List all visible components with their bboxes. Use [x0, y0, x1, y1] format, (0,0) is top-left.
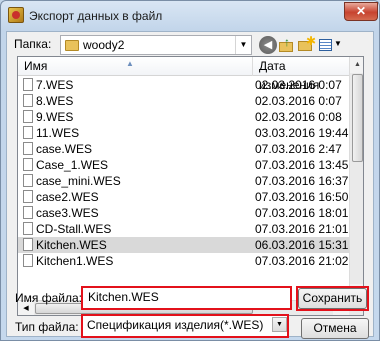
file-icon — [23, 190, 33, 203]
file-icon — [23, 158, 33, 171]
folder-icon — [65, 40, 79, 51]
file-icon — [23, 206, 33, 219]
file-date: 07.03.2016 18:01 — [255, 206, 349, 220]
file-icon — [23, 174, 33, 187]
sort-ascending-icon: ▲ — [126, 59, 134, 68]
back-button[interactable]: ◀ — [259, 36, 277, 54]
file-name: 8.WES — [36, 94, 74, 108]
file-icon — [23, 142, 33, 155]
file-icon — [23, 238, 33, 251]
file-name: case2.WES — [36, 190, 99, 204]
filetype-label: Тип файла: — [15, 320, 79, 334]
list-item[interactable]: Case_1.WES 07.03.2016 13:45 — [18, 157, 349, 173]
file-icon — [23, 110, 33, 123]
file-name: Kitchen.WES — [36, 238, 107, 252]
file-name: Case_1.WES — [36, 158, 109, 172]
file-date: 02.03.2016 0:08 — [255, 110, 342, 124]
file-date: 07.03.2016 16:50 — [255, 190, 349, 204]
new-folder-button[interactable]: ✱ — [297, 34, 317, 54]
file-name: case3.WES — [36, 206, 99, 220]
file-icon — [23, 222, 33, 235]
list-item[interactable]: 7.WES 02.03.2016 0:07 — [18, 77, 349, 93]
file-name: 7.WES — [36, 78, 74, 92]
file-name: Kitchen1.WES — [36, 254, 114, 268]
file-date: 07.03.2016 21:01 — [255, 222, 349, 236]
view-details-icon — [319, 39, 332, 51]
list-item[interactable]: case.WES 07.03.2016 2:47 — [18, 141, 349, 157]
title-bar[interactable]: Экспорт данных в файл ✕ — [1, 1, 379, 31]
list-item[interactable]: case3.WES 07.03.2016 18:01 — [18, 205, 349, 221]
file-icon — [23, 126, 33, 139]
file-date: 03.03.2016 19:44 — [255, 126, 349, 140]
dialog-body: Папка: woody2 ▼ ◀ ↑ ✱ ▼ Имя ▲ Дата измен… — [6, 31, 374, 339]
file-name: 11.WES — [36, 126, 80, 140]
scroll-up-button[interactable]: ▲ — [350, 57, 363, 73]
column-header-date[interactable]: Дата изменения — [253, 57, 349, 92]
list-header: Имя ▲ Дата изменения — [18, 57, 349, 92]
window-title: Экспорт данных в файл — [29, 9, 163, 23]
close-button[interactable]: ✕ — [344, 2, 378, 21]
up-arrow-icon: ↑ — [284, 35, 290, 49]
view-menu-button[interactable]: ▼ — [318, 36, 342, 54]
app-icon — [8, 7, 24, 23]
list-item[interactable]: 11.WES 03.03.2016 19:44 — [18, 125, 349, 141]
file-name: CD-Stall.WES — [36, 222, 112, 236]
cancel-button[interactable]: Отмена — [301, 318, 369, 339]
export-dialog: Экспорт данных в файл ✕ Папка: woody2 ▼ … — [0, 0, 380, 341]
folder-name: woody2 — [83, 38, 125, 52]
filetype-highlight — [81, 314, 289, 338]
chevron-down-icon[interactable]: ▼ — [235, 36, 251, 54]
file-date: 02.03.2016 0:07 — [255, 94, 342, 108]
filename-label: Имя файла: — [15, 291, 82, 305]
file-icon — [23, 254, 33, 267]
file-name: case.WES — [36, 142, 93, 156]
column-name-label: Имя — [24, 59, 48, 73]
up-folder-button[interactable]: ↑ — [277, 35, 295, 54]
vertical-scrollbar[interactable]: ▲ ▼ — [349, 57, 363, 300]
file-date: 07.03.2016 16:37 — [255, 174, 349, 188]
file-date: 07.03.2016 13:45 — [255, 158, 349, 172]
file-date: 06.03.2016 15:31 — [255, 238, 349, 252]
file-name: 9.WES — [36, 110, 74, 124]
list-item[interactable]: CD-Stall.WES 07.03.2016 21:01 — [18, 221, 349, 237]
file-list[interactable]: Имя ▲ Дата изменения 7.WES 02.03.2016 0:0… — [17, 56, 364, 316]
list-item[interactable]: Kitchen1.WES 07.03.2016 21:02 — [18, 253, 349, 269]
filename-highlight — [81, 286, 292, 310]
list-item[interactable]: case2.WES 07.03.2016 16:50 — [18, 189, 349, 205]
file-date: 07.03.2016 2:47 — [255, 142, 342, 156]
file-rows: 7.WES 02.03.2016 0:07 8.WES 02.03.2016 0:0… — [18, 77, 349, 269]
save-highlight — [296, 286, 369, 311]
list-item-selected[interactable]: Kitchen.WES 06.03.2016 15:31 — [18, 237, 349, 253]
list-item[interactable]: case_mini.WES 07.03.2016 16:37 — [18, 173, 349, 189]
folder-label: Папка: — [14, 37, 52, 51]
file-date: 07.03.2016 21:02 — [255, 254, 349, 268]
list-item[interactable]: 9.WES 02.03.2016 0:08 — [18, 109, 349, 125]
file-date: 02.03.2016 0:07 — [255, 78, 342, 92]
chevron-down-icon: ▼ — [334, 39, 342, 48]
vertical-scroll-thumb[interactable] — [352, 74, 363, 162]
file-icon — [23, 78, 33, 91]
file-name: case_mini.WES — [36, 174, 121, 188]
column-header-name[interactable]: Имя ▲ — [18, 57, 253, 76]
list-item[interactable]: 8.WES 02.03.2016 0:07 — [18, 93, 349, 109]
sparkle-icon: ✱ — [306, 34, 317, 48]
folder-dropdown[interactable]: woody2 ▼ — [60, 35, 252, 55]
file-icon — [23, 94, 33, 107]
